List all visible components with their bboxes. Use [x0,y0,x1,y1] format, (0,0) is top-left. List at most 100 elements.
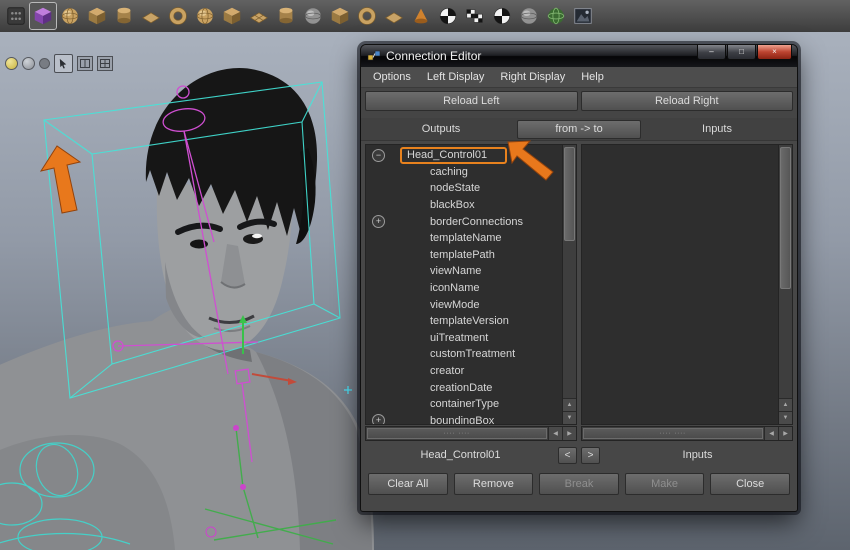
window-controls: – □ × [696,45,792,60]
scroll-right-button[interactable]: ▶ [562,427,576,440]
scrollbar-grip[interactable]: ∙∙∙∙ ∙∙∙∙ [367,428,547,439]
checker-sphere-2-icon[interactable] [489,3,515,29]
list-item[interactable]: viewMode [366,296,562,313]
shelf-menu-icon[interactable] [3,3,29,29]
outputs-list[interactable]: − Head_Control01 caching nodeState black… [366,145,562,424]
list-item[interactable]: uiTreatment [366,330,562,347]
scroll-left-button[interactable]: ◀ [764,427,778,440]
remove-button[interactable]: Remove [454,473,534,495]
checker-flags-icon[interactable] [462,3,488,29]
green-wire-sphere-icon[interactable] [543,3,569,29]
panel-grid-icon[interactable] [97,56,113,71]
viewport-quick-toolbar [5,54,113,73]
inputs-horizontal-scrollbar[interactable]: ∙∙∙∙ ∙∙∙∙ ◀ ▶ [581,426,793,441]
list-item[interactable]: containerType [366,396,562,413]
collapse-icon[interactable]: − [372,149,385,162]
menu-help[interactable]: Help [573,69,612,85]
list-item[interactable]: creationDate [366,379,562,396]
menu-options[interactable]: Options [365,69,419,85]
window-title: Connection Editor [386,49,481,63]
nav-right-button[interactable]: > [581,447,600,464]
outputs-header: Outputs [365,123,517,135]
panel-layout-icon[interactable] [77,56,93,71]
scroll-right-button[interactable]: ▶ [778,427,792,440]
poly-cube-2-icon[interactable] [219,3,245,29]
outputs-vertical-scrollbar[interactable]: ▲ ▼ [562,145,576,424]
poly-torus-2-icon[interactable] [354,3,380,29]
scroll-left-button[interactable]: ◀ [548,427,562,440]
list-item[interactable]: nodeState [366,180,562,197]
minimize-button[interactable]: – [697,45,726,60]
titlebar[interactable]: Connection Editor – □ × [361,45,797,67]
image-panel-icon[interactable] [570,3,596,29]
clear-all-button[interactable]: Clear All [368,473,448,495]
connection-panels: − Head_Control01 caching nodeState black… [361,141,797,425]
scroll-down-button[interactable]: ▼ [563,411,576,424]
poly-cube-purple-icon[interactable] [30,3,56,29]
menu-right-display[interactable]: Right Display [492,69,573,85]
column-headers: Outputs from -> to Inputs [361,118,797,141]
annotated-node-name[interactable]: Head_Control01 [400,147,507,164]
inputs-list[interactable] [582,145,778,424]
list-item-border-connections[interactable]: + borderConnections [366,213,562,230]
menubar: Options Left Display Right Display Help [361,67,797,88]
poly-pipe-icon[interactable] [273,3,299,29]
inputs-panel: ▲ ▼ [581,144,793,425]
list-item[interactable]: caching [366,164,562,181]
list-item-head-control01[interactable]: − Head_Control01 [366,147,562,164]
list-item-bounding-box[interactable]: + boundingBox [366,413,562,425]
selected-input-label: Inputs [602,449,793,461]
list-item[interactable]: templateName [366,230,562,247]
expand-icon[interactable]: + [372,414,385,424]
outputs-panel: − Head_Control01 caching nodeState black… [365,144,577,425]
poly-plane-icon[interactable] [138,3,164,29]
list-item[interactable]: creator [366,363,562,380]
ambient-light-icon[interactable] [39,58,50,69]
poly-cylinder-icon[interactable] [111,3,137,29]
list-item[interactable]: templateVersion [366,313,562,330]
list-item[interactable]: customTreatment [366,346,562,363]
inputs-header: Inputs [641,123,793,135]
selected-output-label: Head_Control01 [365,449,556,461]
poly-cube-3-icon[interactable] [327,3,353,29]
inputs-vertical-scrollbar[interactable]: ▲ ▼ [778,145,792,424]
dialog-buttons: Clear All Remove Break Make Close [361,469,797,511]
reload-left-button[interactable]: Reload Left [365,91,578,111]
close-window-button[interactable]: × [757,45,792,60]
scrollbar-grip[interactable]: ∙∙∙∙ ∙∙∙∙ [583,428,763,439]
poly-grid-icon[interactable] [246,3,272,29]
make-button[interactable]: Make [625,473,705,495]
scroll-down-button[interactable]: ▼ [779,411,792,424]
scrollbar-thumb[interactable] [780,147,791,289]
outputs-horizontal-scrollbar[interactable]: ∙∙∙∙ ∙∙∙∙ ◀ ▶ [365,426,577,441]
reload-row: Reload Left Reload Right [361,88,797,118]
poly-torus-icon[interactable] [165,3,191,29]
list-item[interactable]: blackBox [366,197,562,214]
poly-sphere-icon[interactable] [192,3,218,29]
poly-cone-icon[interactable] [408,3,434,29]
close-button[interactable]: Close [710,473,790,495]
directional-light-icon[interactable] [22,57,35,70]
shaded-sphere-icon[interactable] [300,3,326,29]
nav-left-button[interactable]: < [558,447,577,464]
select-tool-icon[interactable] [54,54,73,73]
list-item[interactable]: viewName [366,263,562,280]
nurbs-sphere-icon[interactable] [57,3,83,29]
reload-right-button[interactable]: Reload Right [581,91,794,111]
poly-cube-icon[interactable] [84,3,110,29]
menu-left-display[interactable]: Left Display [419,69,492,85]
from-to-button[interactable]: from -> to [517,120,641,139]
scroll-up-button[interactable]: ▲ [563,398,576,411]
point-light-icon[interactable] [5,57,18,70]
scroll-up-button[interactable]: ▲ [779,398,792,411]
list-item[interactable]: templatePath [366,247,562,264]
break-button[interactable]: Break [539,473,619,495]
scrollbar-thumb[interactable] [564,147,575,241]
list-item[interactable]: iconName [366,280,562,297]
connection-editor-window: Connection Editor – □ × Options Left Dis… [360,44,798,512]
expand-icon[interactable]: + [372,215,385,228]
checker-sphere-icon[interactable] [435,3,461,29]
poly-plane-2-icon[interactable] [381,3,407,29]
maximize-button[interactable]: □ [727,45,756,60]
gray-sphere-icon[interactable] [516,3,542,29]
